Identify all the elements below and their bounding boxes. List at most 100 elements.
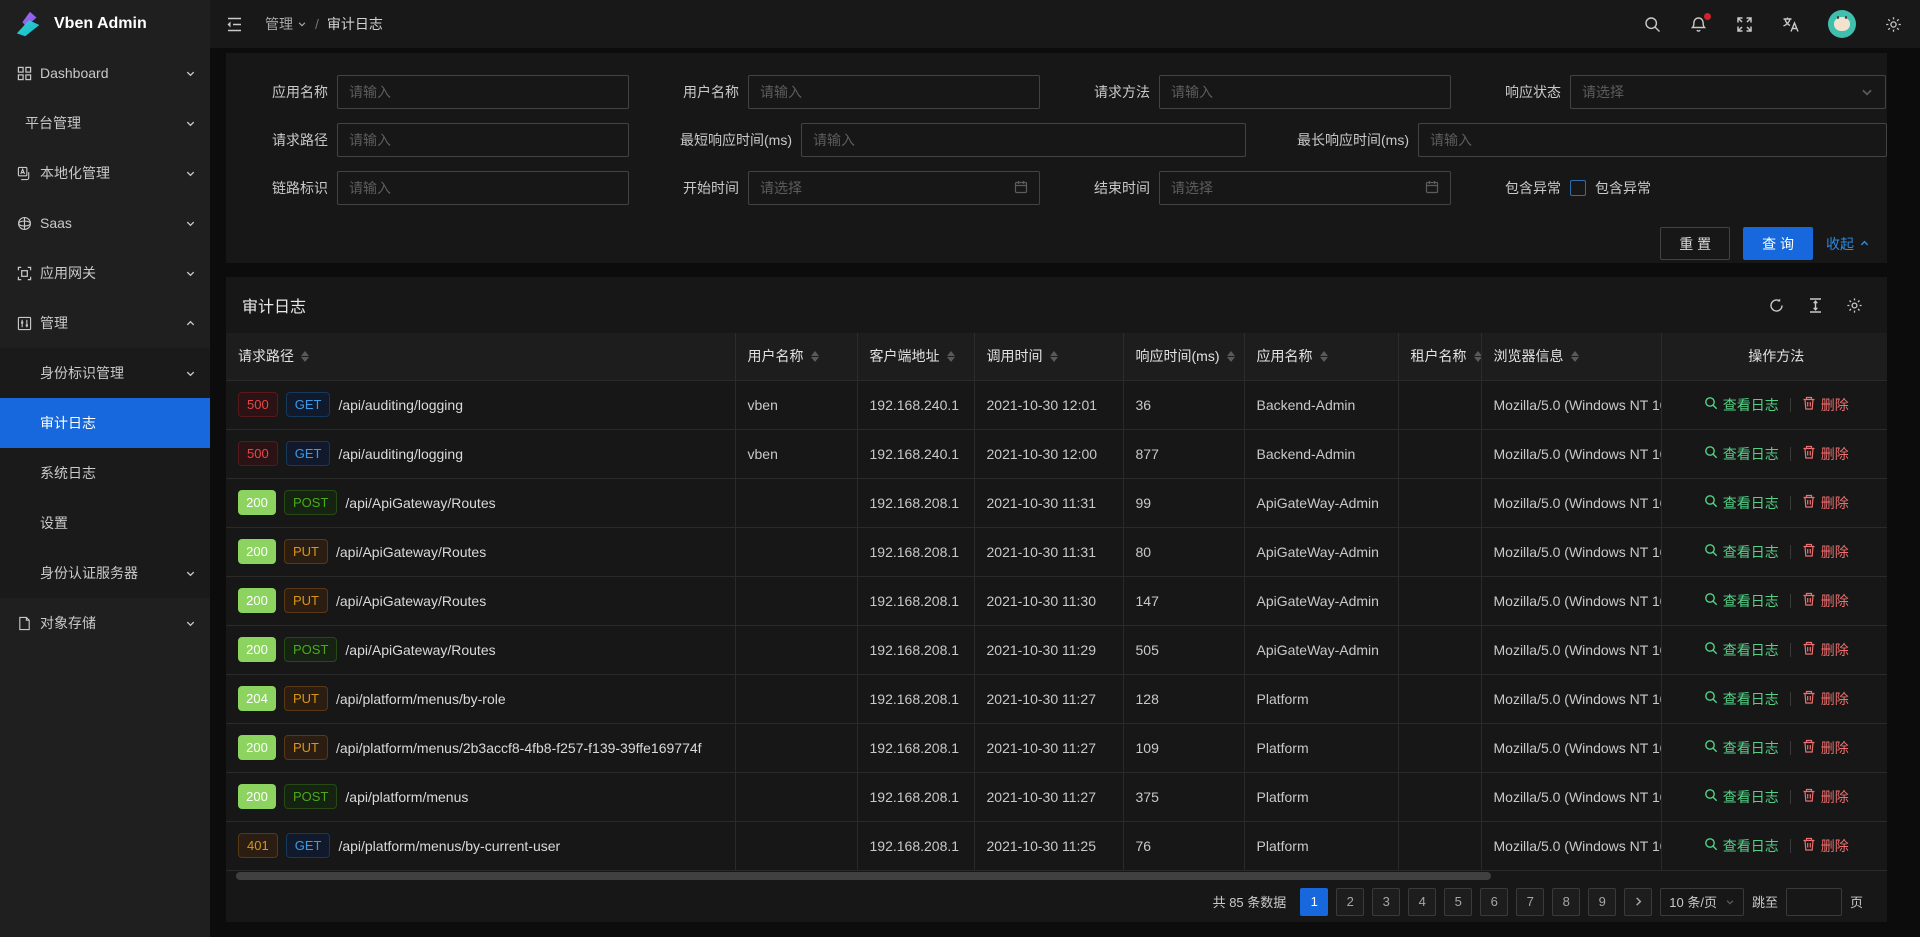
vben-logo-icon xyxy=(14,9,44,39)
sidebar-item-平台管理[interactable]: 平台管理 xyxy=(0,98,210,148)
delete-button[interactable]: 删除 xyxy=(1802,395,1849,415)
sort-icon[interactable] xyxy=(301,351,309,362)
sidebar-item-label: 管理 xyxy=(40,313,185,333)
开始时间-datepicker[interactable]: 请选择 xyxy=(748,171,1040,205)
sidebar-item-审计日志[interactable]: 审计日志 xyxy=(0,398,210,448)
sort-icon[interactable] xyxy=(1050,351,1058,362)
sort-icon[interactable] xyxy=(947,351,955,362)
sidebar-item-应用网关[interactable]: 应用网关 xyxy=(0,248,210,298)
column-header-请求路径[interactable]: 请求路径 xyxy=(226,333,735,380)
fullscreen-icon[interactable] xyxy=(1736,16,1753,33)
view-log-button[interactable]: 查看日志 xyxy=(1704,689,1779,709)
应用名称-input[interactable] xyxy=(337,75,629,109)
view-log-button[interactable]: 查看日志 xyxy=(1704,493,1779,513)
view-log-button[interactable]: 查看日志 xyxy=(1704,836,1779,856)
结束时间-datepicker[interactable]: 请选择 xyxy=(1159,171,1451,205)
query-button[interactable]: 查 询 xyxy=(1743,227,1813,260)
chevron-down-icon xyxy=(1860,85,1874,99)
notification-bell-icon[interactable] xyxy=(1690,16,1707,33)
sidebar-item-对象存储[interactable]: 对象存储 xyxy=(0,598,210,648)
delete-button[interactable]: 删除 xyxy=(1802,542,1849,562)
page-button-4[interactable]: 4 xyxy=(1408,888,1436,916)
refresh-icon[interactable] xyxy=(1768,297,1785,314)
user-name xyxy=(735,821,857,870)
status-badge: 200 xyxy=(238,490,276,515)
sidebar-item-本地化管理[interactable]: 本地化管理 xyxy=(0,148,210,198)
delete-button[interactable]: 删除 xyxy=(1802,493,1849,513)
page-button-3[interactable]: 3 xyxy=(1372,888,1400,916)
field-label: 最短响应时间(ms) xyxy=(653,130,801,150)
column-header-调用时间[interactable]: 调用时间 xyxy=(974,333,1123,380)
sidebar-item-系统日志[interactable]: 系统日志 xyxy=(0,448,210,498)
breadcrumb-section[interactable]: 管理 xyxy=(265,14,307,34)
avatar[interactable] xyxy=(1828,10,1856,38)
delete-button[interactable]: 删除 xyxy=(1802,738,1849,758)
page-button-2[interactable]: 2 xyxy=(1336,888,1364,916)
链路标识-input[interactable] xyxy=(337,171,629,205)
gear-icon[interactable] xyxy=(1885,16,1902,33)
method-badge: POST xyxy=(284,784,337,809)
sort-icon[interactable] xyxy=(1320,351,1328,362)
include-exception-checkbox[interactable] xyxy=(1570,180,1586,196)
next-page-button[interactable] xyxy=(1624,888,1652,916)
view-log-button[interactable]: 查看日志 xyxy=(1704,395,1779,415)
请求方法-input[interactable] xyxy=(1159,75,1451,109)
page-button-8[interactable]: 8 xyxy=(1552,888,1580,916)
delete-button[interactable]: 删除 xyxy=(1802,689,1849,709)
最长响应时间(ms)-input[interactable] xyxy=(1418,123,1887,157)
view-log-button[interactable]: 查看日志 xyxy=(1704,591,1779,611)
horizontal-scrollbar xyxy=(226,871,1887,881)
table-settings-icon[interactable] xyxy=(1846,297,1863,314)
jump-page-input[interactable] xyxy=(1786,888,1842,916)
column-header-浏览器信息[interactable]: 浏览器信息 xyxy=(1481,333,1661,380)
menu-fold-icon[interactable] xyxy=(226,16,243,33)
sidebar-item-设置[interactable]: 设置 xyxy=(0,498,210,548)
page-size-select[interactable]: 10 条/页 xyxy=(1660,888,1744,916)
page-button-6[interactable]: 6 xyxy=(1480,888,1508,916)
column-header-响应时间(ms)[interactable]: 响应时间(ms) xyxy=(1123,333,1244,380)
delete-button[interactable]: 删除 xyxy=(1802,836,1849,856)
sort-icon[interactable] xyxy=(811,351,819,362)
page-button-1[interactable]: 1 xyxy=(1300,888,1328,916)
view-log-button[interactable]: 查看日志 xyxy=(1704,640,1779,660)
tenant-name xyxy=(1398,674,1481,723)
view-log-button[interactable]: 查看日志 xyxy=(1704,444,1779,464)
column-header-用户名称[interactable]: 用户名称 xyxy=(735,333,857,380)
delete-button[interactable]: 删除 xyxy=(1802,640,1849,660)
view-log-button[interactable]: 查看日志 xyxy=(1704,787,1779,807)
sort-icon[interactable] xyxy=(1227,351,1235,362)
delete-button[interactable]: 删除 xyxy=(1802,787,1849,807)
column-header-客户端地址[interactable]: 客户端地址 xyxy=(857,333,974,380)
search-icon[interactable] xyxy=(1644,16,1661,33)
scrollbar-thumb[interactable] xyxy=(236,872,1491,880)
view-log-button[interactable]: 查看日志 xyxy=(1704,738,1779,758)
请求路径-input[interactable] xyxy=(337,123,629,157)
page-button-9[interactable]: 9 xyxy=(1588,888,1616,916)
response-time: 505 xyxy=(1123,625,1244,674)
chevron-down-icon xyxy=(185,268,196,279)
table-row: 500 GET /api/auditing/loggingvben192.168… xyxy=(226,380,1887,429)
page-button-7[interactable]: 7 xyxy=(1516,888,1544,916)
sidebar-item-Saas[interactable]: Saas xyxy=(0,198,210,248)
column-header-租户名称[interactable]: 租户名称 xyxy=(1398,333,1481,380)
reset-button[interactable]: 重 置 xyxy=(1660,227,1730,260)
view-log-button[interactable]: 查看日志 xyxy=(1704,542,1779,562)
delete-button[interactable]: 删除 xyxy=(1802,591,1849,611)
最短响应时间(ms)-input[interactable] xyxy=(801,123,1246,157)
响应状态-select[interactable]: 请选择 xyxy=(1570,75,1886,109)
page-button-5[interactable]: 5 xyxy=(1444,888,1472,916)
column-height-icon[interactable] xyxy=(1807,297,1824,314)
sidebar-item-管理[interactable]: 管理 xyxy=(0,298,210,348)
sidebar-item-身份标识管理[interactable]: 身份标识管理 xyxy=(0,348,210,398)
用户名称-input[interactable] xyxy=(748,75,1040,109)
collapse-link[interactable]: 收起 xyxy=(1826,234,1870,254)
sidebar-item-身份认证服务器[interactable]: 身份认证服务器 xyxy=(0,548,210,598)
column-header-应用名称[interactable]: 应用名称 xyxy=(1244,333,1398,380)
response-time: 76 xyxy=(1123,821,1244,870)
sort-icon[interactable] xyxy=(1571,351,1579,362)
translate-icon[interactable] xyxy=(1782,16,1799,33)
delete-button[interactable]: 删除 xyxy=(1802,444,1849,464)
sort-icon[interactable] xyxy=(1474,351,1482,362)
sidebar-item-Dashboard[interactable]: Dashboard xyxy=(0,48,210,98)
app-logo[interactable]: Vben Admin xyxy=(0,0,210,48)
